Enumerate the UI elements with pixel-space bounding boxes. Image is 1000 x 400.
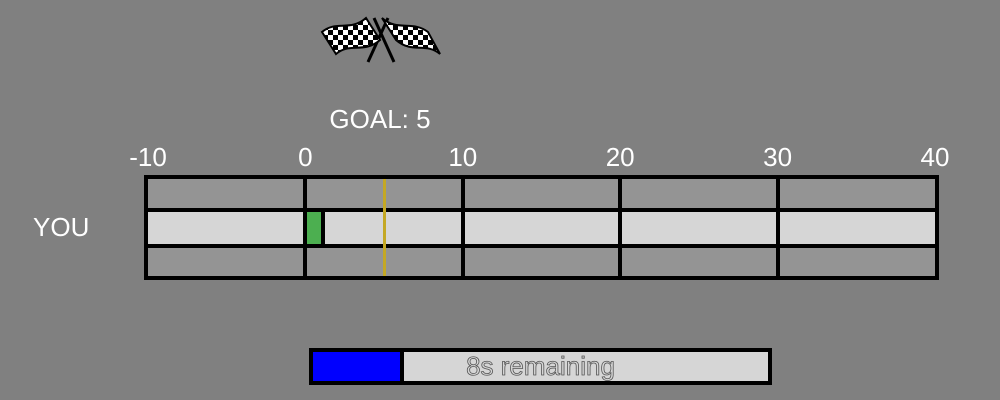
goal-line — [383, 179, 387, 276]
checkered-flags-icon — [320, 16, 441, 63]
axis-tick-label: 0 — [298, 142, 313, 172]
goal-label: GOAL: 5 — [329, 104, 431, 134]
axis-tick-label: -10 — [129, 142, 167, 172]
lane-divider — [148, 208, 935, 212]
grid-line — [775, 179, 780, 276]
grid-line — [618, 179, 623, 276]
axis-tick-label: 30 — [763, 142, 793, 172]
axis-tick-label: 40 — [920, 142, 950, 172]
lane-divider — [148, 244, 935, 248]
race-track — [144, 175, 939, 280]
timer-text: 8s remaining — [466, 351, 616, 381]
grid-line — [460, 179, 465, 276]
player-lane — [148, 212, 935, 244]
player-marker — [307, 212, 326, 244]
axis-tick-label: 20 — [605, 142, 635, 172]
player-label: YOU — [33, 212, 90, 242]
axis-tick-label: 10 — [448, 142, 478, 172]
timer-bar: 8s remaining — [309, 348, 772, 385]
